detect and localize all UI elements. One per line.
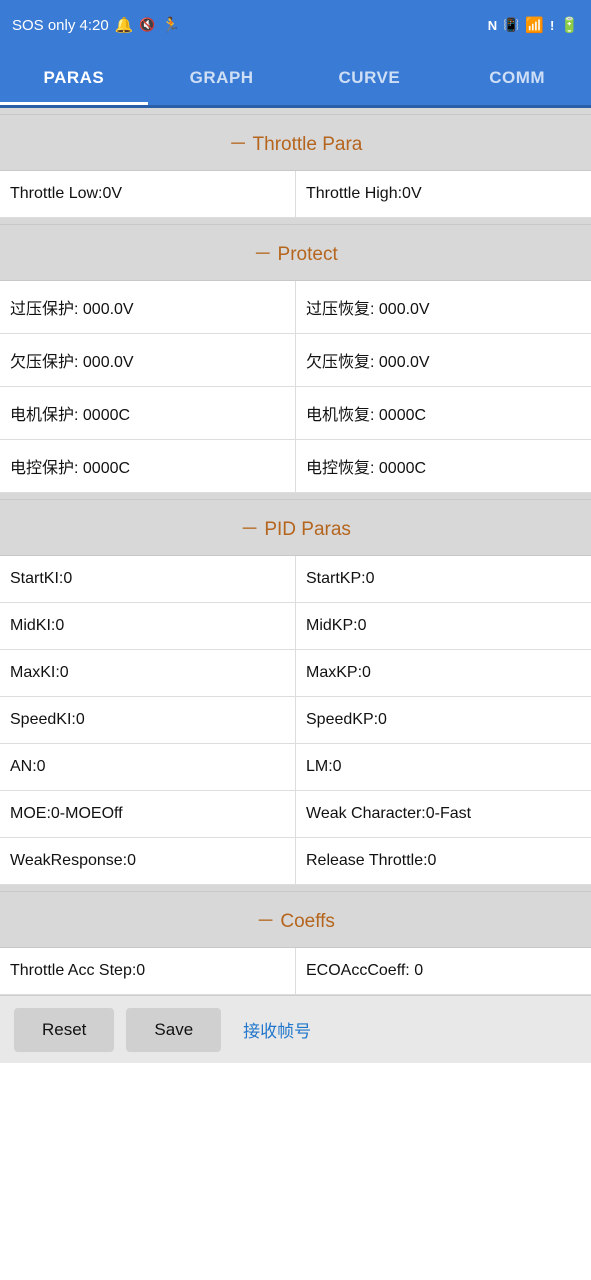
table-row: AN:0 LM:0 [0,744,591,791]
tab-bar: PARAS GRAPH CURVE COMM [0,50,591,108]
release-throttle: Release Throttle:0 [296,838,591,884]
max-ki: MaxKI:0 [0,650,296,696]
motor-protect: 电机保护: 0000C [0,387,296,439]
undervolt-recover: 欠压恢复: 000.0V [296,334,591,386]
table-row: WeakResponse:0 Release Throttle:0 [0,838,591,885]
overvolt-protect: 过压保护: 000.0V [0,281,296,333]
activity-icon: 🏃 [162,16,181,34]
tab-graph[interactable]: GRAPH [148,50,296,105]
status-bar: SOS only 4:20 🔔 🔇 🏃 N 📳 📶 ! 🔋 [0,0,591,50]
wifi-icon: 📶 [525,16,544,34]
speed-ki: SpeedKI:0 [0,697,296,743]
table-row: StartKI:0 StartKP:0 [0,556,591,603]
status-sos-time: SOS only 4:20 [12,17,109,34]
moe-value: MOE:0-MOEOff [0,791,296,837]
motor-recover: 电机恢复: 0000C [296,387,591,439]
throttle-low: Throttle Low:0V [0,171,296,217]
tab-curve[interactable]: CURVE [296,50,444,105]
throttle-acc-step: Throttle Acc Step:0 [0,948,296,994]
section-header-protect: － Protect [0,224,591,281]
table-row: MidKI:0 MidKP:0 [0,603,591,650]
bottom-bar: Reset Save 接收帧号 [0,995,591,1063]
main-content: － Throttle Para Throttle Low:0V Throttle… [0,108,591,995]
vibrate-icon: 📳 [503,17,519,33]
table-row: 欠压保护: 000.0V 欠压恢复: 000.0V [0,334,591,387]
tab-comm[interactable]: COMM [443,50,591,105]
table-row: SpeedKI:0 SpeedKP:0 [0,697,591,744]
table-row: MaxKI:0 MaxKP:0 [0,650,591,697]
table-row: 过压保护: 000.0V 过压恢复: 000.0V [0,281,591,334]
table-row: MOE:0-MOEOff Weak Character:0-Fast [0,791,591,838]
an-value: AN:0 [0,744,296,790]
section-header-coeffs: － Coeffs [0,891,591,948]
start-kp: StartKP:0 [296,556,591,602]
status-right: N 📳 📶 ! 🔋 [488,16,579,34]
start-ki: StartKI:0 [0,556,296,602]
eco-acc-coeff: ECOAccCoeff: 0 [296,948,591,994]
section-header-throttle: － Throttle Para [0,114,591,171]
mute-icon: 🔇 [139,17,155,33]
speed-kp: SpeedKP:0 [296,697,591,743]
battery-alert-icon: ! [550,18,554,33]
section-header-pid: － PID Paras [0,499,591,556]
controller-protect: 电控保护: 0000C [0,440,296,492]
battery-icon: 🔋 [560,16,579,34]
overvolt-recover: 过压恢复: 000.0V [296,281,591,333]
undervolt-protect: 欠压保护: 000.0V [0,334,296,386]
reset-button[interactable]: Reset [14,1008,114,1052]
receive-frame-link[interactable]: 接收帧号 [243,1017,311,1042]
controller-recover: 电控恢复: 0000C [296,440,591,492]
lm-value: LM:0 [296,744,591,790]
table-row: Throttle Acc Step:0 ECOAccCoeff: 0 [0,948,591,995]
weak-character: Weak Character:0-Fast [296,791,591,837]
table-row: 电控保护: 0000C 电控恢复: 0000C [0,440,591,493]
mid-kp: MidKP:0 [296,603,591,649]
mid-ki: MidKI:0 [0,603,296,649]
tab-paras[interactable]: PARAS [0,50,148,105]
weak-response: WeakResponse:0 [0,838,296,884]
throttle-high: Throttle High:0V [296,171,591,217]
max-kp: MaxKP:0 [296,650,591,696]
status-left: SOS only 4:20 🔔 🔇 🏃 [12,16,180,34]
table-row: Throttle Low:0V Throttle High:0V [0,171,591,218]
nfc-icon: N [488,18,497,33]
save-button[interactable]: Save [126,1008,221,1052]
bell-icon: 🔔 [115,16,134,34]
table-row: 电机保护: 0000C 电机恢复: 0000C [0,387,591,440]
